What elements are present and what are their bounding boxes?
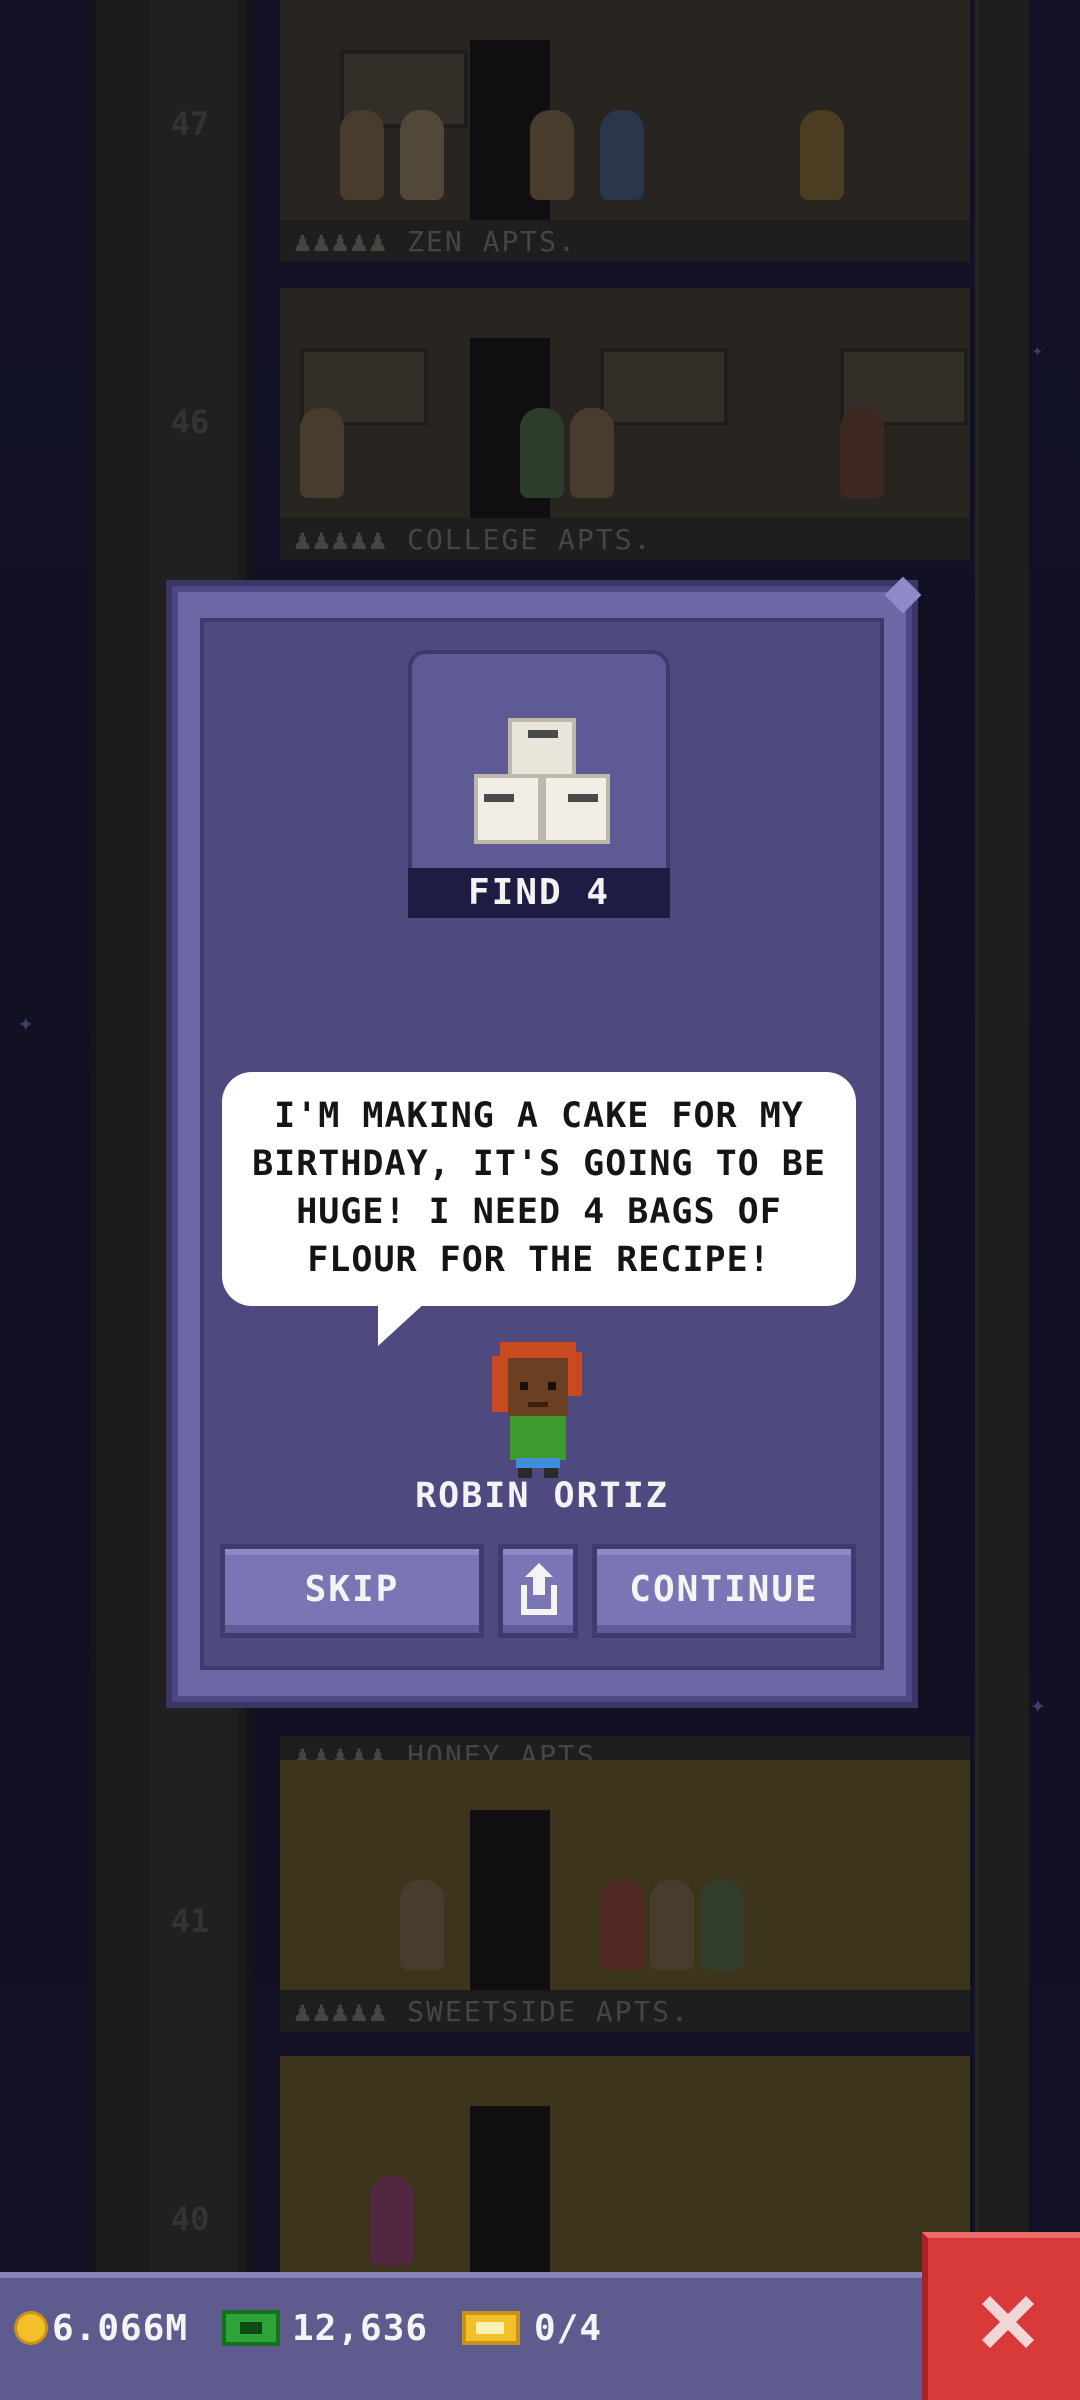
bux-icon (222, 2310, 280, 2346)
character-avatar (492, 1342, 582, 1478)
speech-bubble: I'M MAKING A CAKE FOR MY BIRTHDAY, IT'S … (222, 1072, 856, 1306)
resource-bar: 6.066M 12,636 0/4 (0, 2272, 1080, 2400)
skip-button[interactable]: SKIP (220, 1544, 484, 1638)
coins-counter: 6.066M (14, 2300, 188, 2356)
coins-value: 6.066M (52, 2307, 189, 2349)
character-name: ROBIN ORTIZ (415, 1476, 669, 1516)
bux-counter: 12,636 (222, 2300, 428, 2356)
tickets-counter: 0/4 (462, 2300, 602, 2356)
bux-value: 12,636 (292, 2307, 429, 2349)
flour-bags-icon (474, 718, 610, 844)
close-icon (982, 2296, 1034, 2348)
share-button[interactable] (498, 1544, 578, 1638)
share-icon (521, 1563, 557, 1615)
continue-button[interactable]: CONTINUE (592, 1544, 856, 1638)
find-count-label: FIND 4 (408, 868, 670, 918)
ticket-icon (462, 2311, 520, 2345)
tickets-value: 0/4 (534, 2307, 603, 2349)
close-button[interactable] (922, 2232, 1080, 2400)
speech-bubble-tail (378, 1302, 426, 1346)
coin-icon (14, 2311, 48, 2345)
